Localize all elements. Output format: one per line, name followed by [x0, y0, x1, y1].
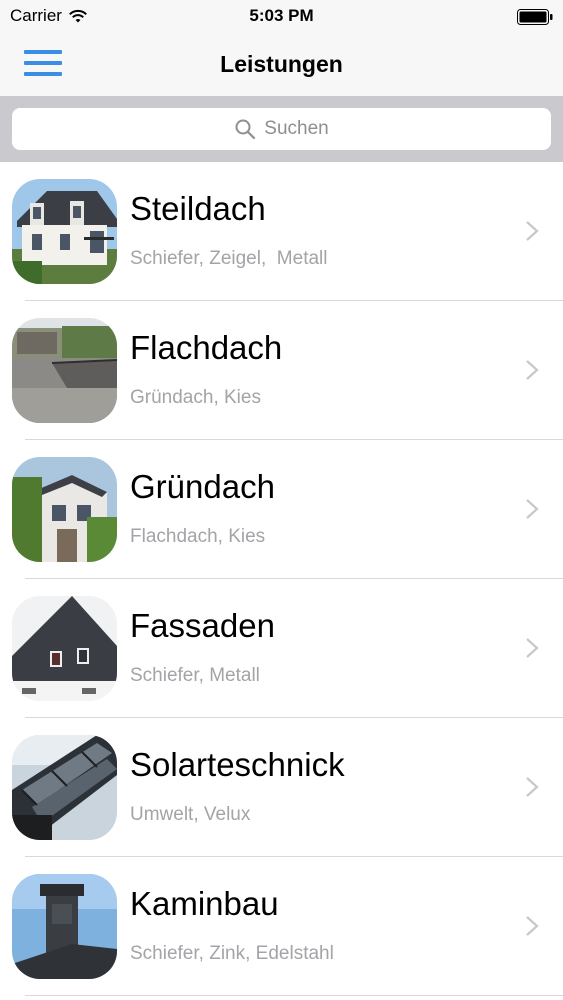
- search-placeholder: Suchen: [264, 118, 329, 139]
- search-icon: [235, 119, 256, 140]
- item-title: Solarteschnick: [130, 746, 345, 783]
- chevron-right-icon: [526, 499, 539, 519]
- navigation-bar: Leistungen: [0, 34, 563, 96]
- list-item-solarteschnick[interactable]: Solarteschnick Umwelt, Velux: [0, 718, 563, 857]
- status-bar: Carrier 5:03 PM: [0, 0, 563, 34]
- item-subtitle: Umwelt, Velux: [130, 804, 251, 825]
- services-list: Steildach Schiefer, Zeigel, Metall Flach…: [0, 162, 563, 996]
- slate-facade-photo: [12, 596, 117, 701]
- list-item-gruendach[interactable]: Gründach Flachdach, Kies: [0, 440, 563, 579]
- green-roof-photo: [12, 457, 117, 562]
- item-title: Kaminbau: [130, 885, 279, 922]
- search-input[interactable]: Suchen: [12, 108, 551, 150]
- row-separator: [25, 995, 563, 996]
- chevron-right-icon: [526, 638, 539, 658]
- chevron-right-icon: [526, 360, 539, 380]
- status-time: 5:03 PM: [249, 6, 314, 25]
- chevron-right-icon: [526, 916, 539, 936]
- item-title: Fassaden: [130, 607, 275, 644]
- item-title: Flachdach: [130, 329, 283, 366]
- solar-panels-photo: [12, 735, 117, 840]
- item-subtitle: Schiefer, Zeigel, Metall: [130, 248, 328, 269]
- list-item-steildach[interactable]: Steildach Schiefer, Zeigel, Metall: [0, 162, 563, 301]
- list-item-kaminbau[interactable]: Kaminbau Schiefer, Zink, Edelstahl: [0, 857, 563, 996]
- chevron-right-icon: [526, 221, 539, 241]
- search-bar: Suchen: [0, 96, 563, 162]
- chevron-right-icon: [526, 777, 539, 797]
- flat-roof-photo: [12, 318, 117, 423]
- steep-roof-house-photo: [12, 179, 117, 284]
- chimney-photo: [12, 874, 117, 979]
- list-item-flachdach[interactable]: Flachdach Gründach, Kies: [0, 301, 563, 440]
- battery-icon: [517, 9, 553, 25]
- page-title: Leistungen: [220, 51, 343, 77]
- item-subtitle: Schiefer, Zink, Edelstahl: [130, 943, 334, 964]
- item-title: Gründach: [130, 468, 275, 505]
- item-title: Steildach: [130, 190, 266, 227]
- list-item-fassaden[interactable]: Fassaden Schiefer, Metall: [0, 579, 563, 718]
- item-subtitle: Flachdach, Kies: [130, 526, 266, 547]
- item-subtitle: Schiefer, Metall: [130, 665, 260, 686]
- item-subtitle: Gründach, Kies: [130, 387, 261, 408]
